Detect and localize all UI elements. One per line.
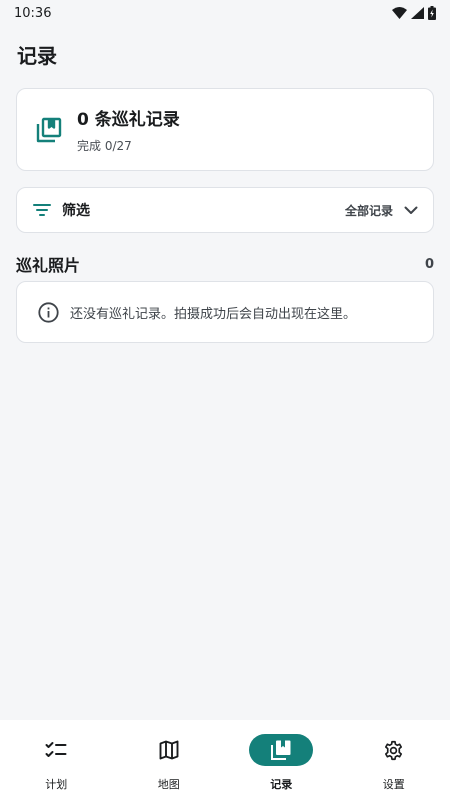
status-time: 10:36 (14, 5, 52, 21)
filter-dropdown[interactable]: 筛选 全部记录 (16, 187, 434, 233)
photos-count: 0 (424, 256, 434, 272)
empty-state-message: 还没有巡礼记录。拍摄成功后会自动出现在这里。 (70, 306, 357, 322)
info-icon (37, 301, 59, 323)
photo-library-icon (35, 116, 63, 144)
nav-item-settings[interactable]: 设置 (338, 720, 450, 800)
nav-item-plan[interactable]: 计划 (0, 720, 113, 800)
nav-item-records[interactable]: 记录 (225, 720, 338, 800)
nav-label-records: 记录 (270, 778, 293, 791)
nav-label-settings: 设置 (382, 778, 405, 791)
summary-subtitle: 完成 0/27 (77, 139, 132, 153)
map-icon (137, 734, 201, 766)
filter-label: 筛选 (62, 203, 90, 219)
summary-card: 0 条巡礼记录 完成 0/27 (16, 88, 434, 171)
nav-label-plan: 计划 (45, 778, 68, 791)
chevron-down-icon (403, 202, 419, 218)
nav-label-map: 地图 (157, 778, 180, 791)
status-bar: 10:36 (0, 0, 450, 26)
page-title: 记录 (17, 44, 57, 68)
checklist-icon (24, 734, 88, 766)
photo-library-icon (249, 734, 314, 766)
empty-state-card: 还没有巡礼记录。拍摄成功后会自动出现在这里。 (16, 281, 434, 343)
filter-value: 全部记录 (344, 203, 393, 218)
gear-icon (362, 734, 426, 766)
signal-icon (411, 7, 424, 19)
photos-section-header: 巡礼照片 0 (16, 252, 434, 276)
summary-text: 0 条巡礼记录 完成 0/27 (77, 105, 180, 154)
nav-item-map[interactable]: 地图 (113, 720, 226, 800)
photos-section-title: 巡礼照片 (16, 256, 81, 275)
status-icons (392, 6, 436, 20)
battery-icon (428, 6, 436, 20)
summary-title: 0 条巡礼记录 (77, 110, 180, 130)
bottom-nav: 计划 地图 记录 设置 (0, 720, 450, 800)
wifi-icon (392, 7, 407, 19)
filter-icon (32, 200, 52, 220)
